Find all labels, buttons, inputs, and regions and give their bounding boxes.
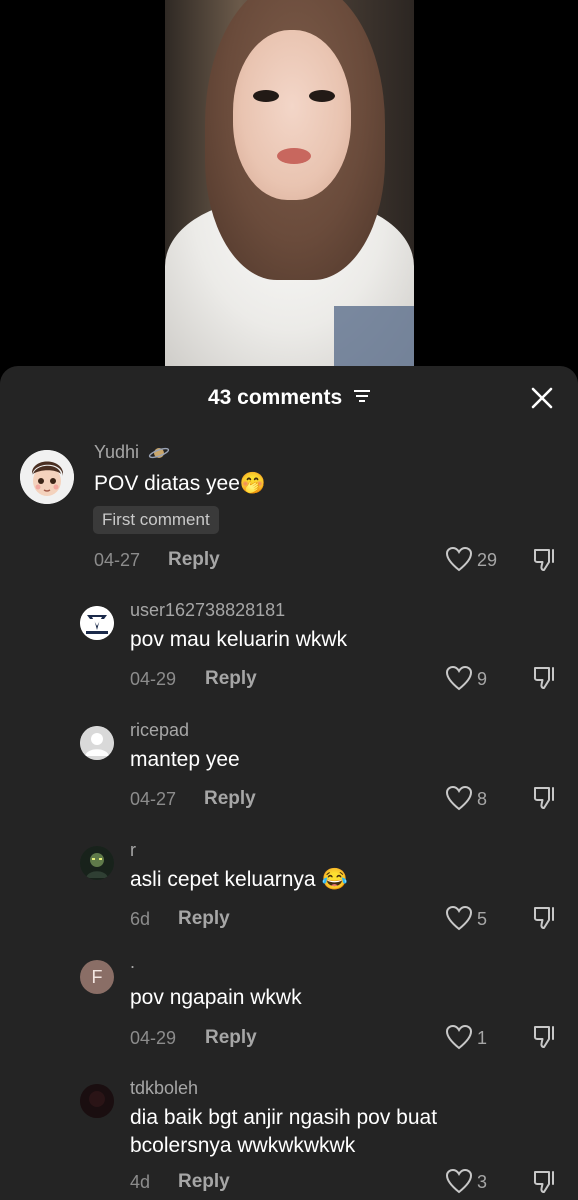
reply-button[interactable]: Reply: [168, 549, 220, 571]
avatar-letter: F: [91, 967, 103, 987]
dislike-icon[interactable]: [531, 664, 559, 692]
reply-button[interactable]: Reply: [204, 788, 256, 810]
comment-text: pov mau keluarin wkwk: [130, 628, 348, 651]
comment-date: 6d: [130, 909, 151, 929]
like-count: 9: [477, 669, 488, 689]
comment-text-line-2: bcolersnya wwkwkwkwk: [130, 1134, 356, 1157]
avatar[interactable]: [80, 606, 114, 640]
like-count: 5: [477, 909, 488, 929]
comments-header: 43 comments: [0, 382, 578, 414]
like-count: 1: [477, 1028, 488, 1048]
dislike-icon[interactable]: [531, 904, 559, 932]
avatar[interactable]: [20, 450, 74, 504]
comment-item: F . pov ngapain wkwk 04-29 Reply 1: [0, 952, 578, 1070]
planet-icon: [148, 448, 170, 459]
comment-item: r asli cepet keluarnya 😂 6d Reply 5: [0, 840, 578, 950]
avatar[interactable]: F: [80, 960, 114, 994]
video-thumbnail: [165, 0, 414, 366]
heart-icon[interactable]: [445, 1024, 473, 1050]
dislike-icon[interactable]: [531, 546, 559, 574]
team-logo-icon: [80, 606, 114, 640]
comment-text: asli cepet keluarnya 😂: [130, 868, 348, 891]
comment-item: ricepad mantep yee 04-27 Reply 8: [0, 720, 578, 830]
username[interactable]: r: [130, 840, 136, 861]
character-avatar-icon: [80, 846, 114, 880]
comment-date: 04-27: [130, 789, 177, 809]
video-area[interactable]: [0, 0, 578, 380]
heart-icon[interactable]: [445, 785, 473, 811]
username[interactable]: ricepad: [130, 720, 189, 741]
reply-button[interactable]: Reply: [178, 908, 230, 930]
first-comment-badge: First comment: [93, 506, 219, 534]
comment-text-line-1: dia baik bgt anjir ngasih pov buat: [130, 1106, 438, 1129]
comment-item: tdkboleh dia baik bgt anjir ngasih pov b…: [0, 1078, 578, 1200]
comment-text: mantep yee: [130, 748, 240, 771]
heart-icon[interactable]: [445, 546, 473, 572]
dislike-icon[interactable]: [531, 784, 559, 812]
comments-sheet: 43 comments Yudhi POV diatas yee🤭 First …: [0, 366, 578, 1200]
comment-item: user162738828181 pov mau keluarin wkwk 0…: [0, 600, 578, 710]
comments-count: 43 comments: [207, 386, 343, 409]
like-count: 29: [477, 550, 498, 570]
comment-date: 04-29: [130, 669, 177, 689]
default-avatar-icon: [80, 726, 114, 760]
comment-text: POV diatas yee🤭: [94, 472, 267, 495]
heart-icon[interactable]: [445, 905, 473, 931]
comment-date: 4d: [130, 1172, 151, 1192]
like-count: 3: [477, 1172, 488, 1192]
sort-icon[interactable]: [354, 389, 371, 403]
avatar[interactable]: [80, 846, 114, 880]
avatar[interactable]: [80, 1084, 114, 1118]
username[interactable]: Yudhi: [94, 442, 170, 463]
comment-text: pov ngapain wkwk: [130, 986, 302, 1009]
comments-title[interactable]: 43 comments: [0, 386, 578, 410]
close-icon[interactable]: [528, 382, 556, 414]
username[interactable]: user162738828181: [130, 600, 285, 621]
heart-icon[interactable]: [445, 1168, 473, 1194]
dark-avatar-icon: [80, 1084, 114, 1118]
reply-button[interactable]: Reply: [205, 1027, 257, 1049]
comment-date: 04-27: [94, 550, 141, 570]
cartoon-avatar-icon: [20, 450, 74, 504]
avatar[interactable]: [80, 726, 114, 760]
like-count: 8: [477, 789, 488, 809]
comment-item: Yudhi POV diatas yee🤭 First comment 04-2…: [0, 442, 578, 582]
username[interactable]: tdkboleh: [130, 1078, 198, 1099]
heart-icon[interactable]: [445, 665, 473, 691]
reply-button[interactable]: Reply: [205, 668, 257, 690]
dislike-icon[interactable]: [531, 1023, 559, 1051]
comment-date: 04-29: [130, 1028, 177, 1048]
username[interactable]: .: [130, 952, 135, 973]
reply-button[interactable]: Reply: [178, 1171, 230, 1193]
dislike-icon[interactable]: [531, 1168, 559, 1196]
